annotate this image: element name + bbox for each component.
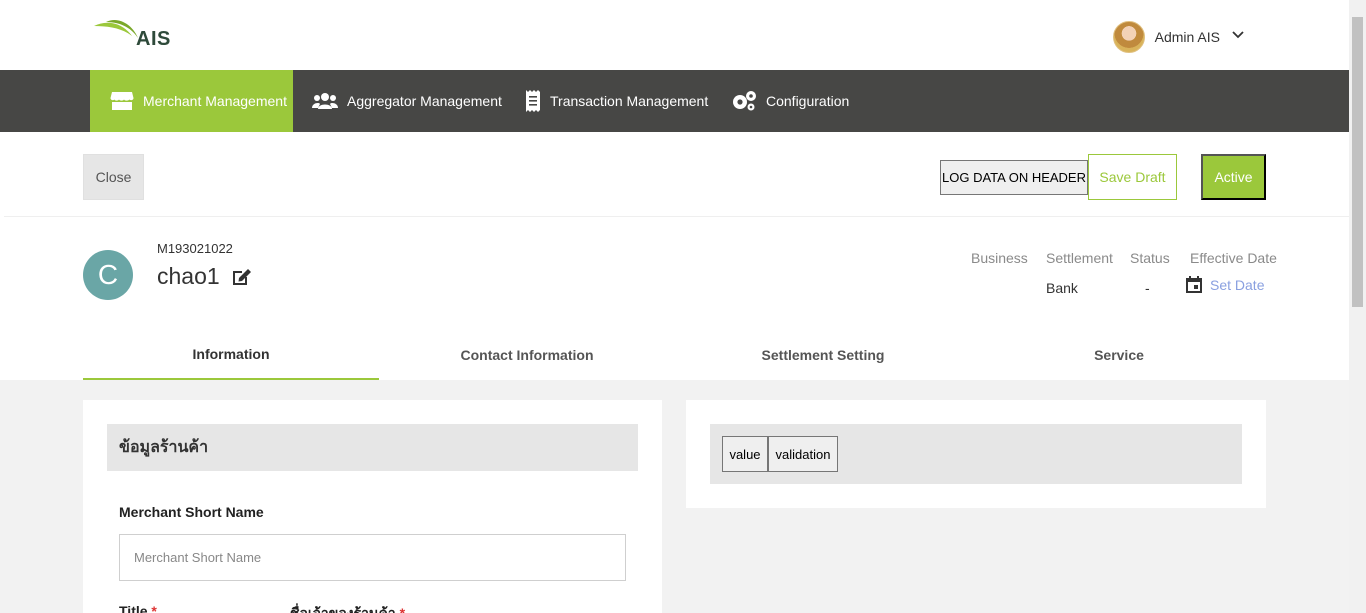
status-label: Status: [1130, 250, 1170, 266]
tab-service[interactable]: Service: [971, 330, 1267, 380]
settlement-label: Settlement: [1046, 250, 1113, 266]
nav-item-merchant-management[interactable]: Merchant Management: [90, 70, 293, 132]
merchant-short-name-label: Merchant Short Name: [119, 504, 264, 520]
receipt-icon: [526, 90, 540, 112]
top-header: AIS Admin AIS: [0, 0, 1349, 70]
user-name[interactable]: Admin AIS: [1155, 29, 1220, 45]
scrollbar-thumb[interactable]: [1352, 17, 1363, 307]
active-button[interactable]: Active: [1201, 154, 1266, 200]
tab-information[interactable]: Information: [83, 330, 379, 380]
edit-icon[interactable]: [232, 268, 252, 286]
store-icon: [110, 92, 134, 110]
nav-item-transaction-management[interactable]: Transaction Management: [525, 70, 708, 132]
users-icon: [312, 93, 338, 109]
merchant-short-name-input[interactable]: [119, 534, 626, 581]
merchant-name-row: chao1: [157, 263, 252, 290]
nav-label: Merchant Management: [143, 93, 287, 109]
effective-date-label: Effective Date: [1190, 250, 1277, 266]
validation-button[interactable]: validation: [768, 436, 838, 472]
nav-label: Transaction Management: [550, 93, 709, 109]
settlement-value: Bank: [1046, 280, 1078, 296]
nav-label: Configuration: [766, 93, 850, 109]
set-date-link[interactable]: Set Date: [1186, 276, 1264, 293]
brand-name: AIS: [136, 28, 171, 50]
save-draft-button[interactable]: Save Draft: [1088, 154, 1177, 200]
close-button[interactable]: Close: [83, 154, 144, 200]
merchant-name: chao1: [157, 263, 220, 289]
nav-item-configuration[interactable]: Configuration: [731, 70, 849, 132]
merchant-avatar: C: [83, 250, 133, 300]
status-value: -: [1145, 280, 1150, 296]
merchant-id: M193021022: [157, 241, 233, 256]
debug-card: value validation: [686, 400, 1266, 508]
log-data-on-header-button[interactable]: LOG DATA ON HEADER: [940, 160, 1088, 195]
tab-contact-information[interactable]: Contact Information: [379, 330, 675, 380]
user-avatar[interactable]: [1112, 21, 1145, 53]
tab-settlement-setting[interactable]: Settlement Setting: [675, 330, 971, 380]
set-date-label[interactable]: Set Date: [1210, 277, 1264, 293]
debug-toolbar: value validation: [710, 424, 1242, 484]
title-label-text: Title: [119, 603, 148, 613]
title-field-label: Title *: [119, 603, 157, 613]
page-scrollbar[interactable]: [1349, 0, 1366, 613]
nav-label: Aggregator Management: [347, 93, 502, 109]
divider: [4, 216, 1349, 217]
calendar-icon: [1186, 276, 1202, 293]
shop-owner-label-text: ชื่อเจ้าของร้านค้า: [290, 605, 396, 613]
chevron-down-icon[interactable]: [1232, 31, 1244, 39]
main-nav: Merchant Management Aggregator Managemen…: [0, 70, 1349, 132]
required-mark: *: [151, 603, 157, 613]
gears-icon: [733, 91, 756, 111]
business-label: Business: [971, 250, 1028, 266]
shop-owner-field-label: ชื่อเจ้าของร้านค้า *: [290, 603, 405, 613]
section-title: ข้อมูลร้านค้า: [107, 424, 638, 471]
nav-item-aggregator-management[interactable]: Aggregator Management: [312, 70, 502, 132]
user-menu[interactable]: Admin AIS: [1112, 21, 1244, 53]
required-mark: *: [399, 605, 406, 613]
value-button[interactable]: value: [722, 436, 768, 472]
merchant-info-card: ข้อมูลร้านค้า Merchant Short Name Title …: [83, 400, 662, 613]
